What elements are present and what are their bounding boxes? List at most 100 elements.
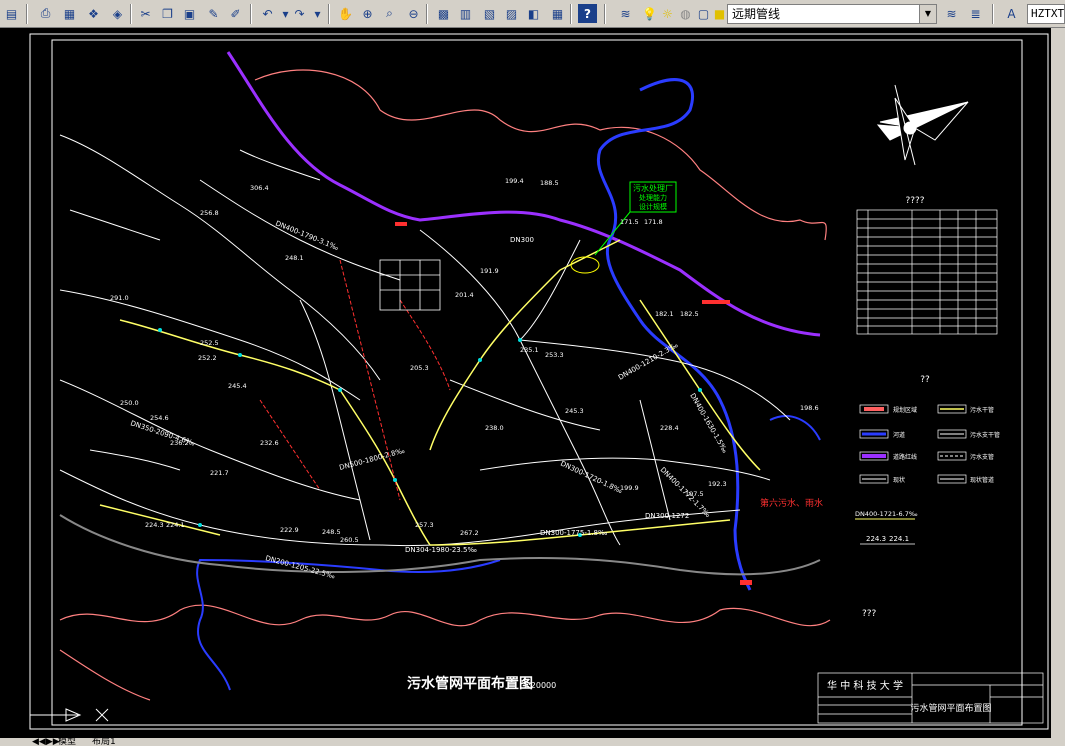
elevation-label: 236.2 [170, 439, 189, 447]
save-icon[interactable]: ▤ [2, 4, 21, 23]
legend-label: 规划区域 [893, 406, 917, 414]
text-style-field[interactable]: HZTXT [1027, 4, 1065, 24]
plant-label-line2: 处理能力 [639, 193, 667, 202]
tab-model[interactable]: 模型 [58, 738, 76, 746]
publish-icon[interactable]: ❖ [84, 4, 103, 23]
pipe-label: DN300-1272 [645, 512, 689, 520]
print-icon[interactable]: ⎙ [36, 4, 55, 23]
elevation-label: 254.6 [150, 414, 169, 422]
toolbar-separator [26, 4, 28, 24]
standard-toolbar: ▤ ⎙ ▦ ❖ ◈ ✂ ❐ ▣ ✎ ✐ ↶ ▾ ↷ ▾ ✋ ⊕ ⌕ ⊖ ▩ ▥ … [0, 0, 1065, 28]
elevation-label: 245.3 [565, 407, 584, 415]
elevation-label: 182.5 [680, 310, 699, 318]
elevation-label: 257.3 [415, 521, 434, 529]
toolbar-separator [426, 4, 428, 24]
toolbar-separator [570, 4, 572, 24]
drawing-canvas[interactable]: 污水处理厂 处理能力 设计规模 DN300 DN400-1790-3.1‰ DN… [0, 28, 1065, 738]
calculator-icon[interactable]: ▦ [548, 4, 567, 23]
layer-current-label: 远期管线 [732, 7, 781, 21]
elevation-label: 221.7 [210, 469, 229, 477]
elevation-label: 260.5 [340, 536, 359, 544]
pipe-label: DN300-1775-1.8‰ [540, 529, 608, 537]
tab-nav-icons[interactable]: ◀◀▶▶ [32, 738, 60, 746]
toolbar-separator [130, 4, 132, 24]
match-properties-icon[interactable]: ✎ [204, 4, 223, 23]
legend-label: 污水支管 [970, 453, 994, 461]
elevation-label: 291.0 [110, 294, 129, 302]
toolbar-separator [328, 4, 330, 24]
elevation-label: 199.9 [620, 484, 639, 492]
make-current-icon[interactable]: ≋ [942, 4, 961, 23]
chevron-down-icon[interactable]: ▼ [919, 5, 936, 23]
design-center-icon[interactable]: ▥ [456, 4, 475, 23]
legend-elev-b: 224.1 [889, 535, 909, 543]
elevation-label: 197.5 [685, 490, 704, 498]
cut-icon[interactable]: ✂ [136, 4, 155, 23]
legend-elev-a: 224.3 [866, 535, 886, 543]
layer-dropdown[interactable]: 远期管线 ▼ [727, 4, 937, 24]
plant-label-line1: 污水处理厂 [633, 183, 673, 193]
model-space[interactable]: 污水处理厂 处理能力 设计规模 DN300 DN400-1790-3.1‰ DN… [0, 28, 1065, 738]
tool-palettes-icon[interactable]: ▧ [480, 4, 499, 23]
elevation-label: 248.5 [322, 528, 341, 536]
legend-label: 现状 [893, 476, 905, 484]
help-icon[interactable]: ? [578, 4, 597, 23]
legend-label: 河道 [893, 431, 905, 439]
pipe-label: DN300 [510, 236, 534, 244]
titleblock-drawing-name: 污水管网平面布置图 [910, 702, 991, 714]
sheet-set-icon[interactable]: ▨ [502, 4, 521, 23]
zoom-previous-icon[interactable]: ⊖ [404, 4, 423, 23]
sun-icon[interactable]: ☼ [658, 4, 677, 23]
elevation-label: 238.0 [485, 424, 504, 432]
copy-icon[interactable]: ❐ [158, 4, 177, 23]
elevation-label: 222.9 [280, 526, 299, 534]
elevation-label: 245.4 [228, 382, 247, 390]
elevation-label: 306.4 [250, 184, 269, 192]
elevation-label: 171.5 [620, 218, 639, 226]
elevation-label: 228.4 [660, 424, 679, 432]
elevation-label: 171.8 [644, 218, 663, 226]
redo-icon[interactable]: ↷ [290, 4, 309, 23]
pipe-label: DN304-1980-23.5‰ [405, 546, 477, 554]
elevation-label: 182.1 [655, 310, 674, 318]
elevation-label: 232.6 [260, 439, 279, 447]
legend-label: 污水支干管 [970, 431, 1000, 439]
layout-tabs: ◀◀▶▶ 模型 布局1 [0, 738, 1065, 746]
elevation-label: 267.2 [460, 529, 479, 537]
lock-icon[interactable]: ◍ [676, 4, 695, 23]
legend-pipe-example: DN400-1721-6.7‰ [855, 510, 918, 518]
toolbar-separator [992, 4, 994, 24]
elevation-label: 235.1 [520, 346, 539, 354]
text-style-icon[interactable]: A [1002, 4, 1021, 23]
legend-label: 道路红线 [893, 453, 917, 461]
properties-icon[interactable]: ▩ [434, 4, 453, 23]
layer-manager-icon[interactable]: ≋ [616, 4, 635, 23]
paste-icon[interactable]: ▣ [180, 4, 199, 23]
layer-previous-icon[interactable]: ≣ [966, 4, 985, 23]
elevation-label: 224.3 [145, 521, 164, 529]
brush-icon[interactable]: ✐ [226, 4, 245, 23]
lightbulb-icon[interactable]: 💡 [640, 4, 659, 23]
table-title: ???? [905, 196, 924, 206]
undo-icon[interactable]: ↶ [258, 4, 277, 23]
notes-title: ??? [862, 609, 877, 619]
district-label: 第六污水、雨水 [760, 497, 823, 509]
titleblock-university: 华 中 科 技 大 学 [827, 679, 903, 692]
elevation-label: 252.2 [198, 354, 217, 362]
vertical-scrollbar[interactable] [1051, 28, 1065, 738]
legend-label: 污水干管 [970, 406, 994, 414]
tab-layout1[interactable]: 布局1 [92, 738, 116, 746]
etransmit-icon[interactable]: ◈ [108, 4, 127, 23]
zoom-realtime-icon[interactable]: ⊕ [358, 4, 377, 23]
elevation-label: 256.8 [200, 209, 219, 217]
drawing-title: 污水管网平面布置图 [407, 675, 533, 692]
toolbar-separator [250, 4, 252, 24]
elevation-label: 253.3 [545, 351, 564, 359]
plot-preview-icon[interactable]: ▦ [60, 4, 79, 23]
pan-icon[interactable]: ✋ [336, 4, 355, 23]
zoom-window-icon[interactable]: ⌕ [380, 4, 399, 23]
redo-dropdown-icon[interactable]: ▾ [308, 4, 327, 23]
elevation-label: 248.1 [285, 254, 304, 262]
legend-title: ?? [920, 375, 930, 385]
markup-icon[interactable]: ◧ [524, 4, 543, 23]
